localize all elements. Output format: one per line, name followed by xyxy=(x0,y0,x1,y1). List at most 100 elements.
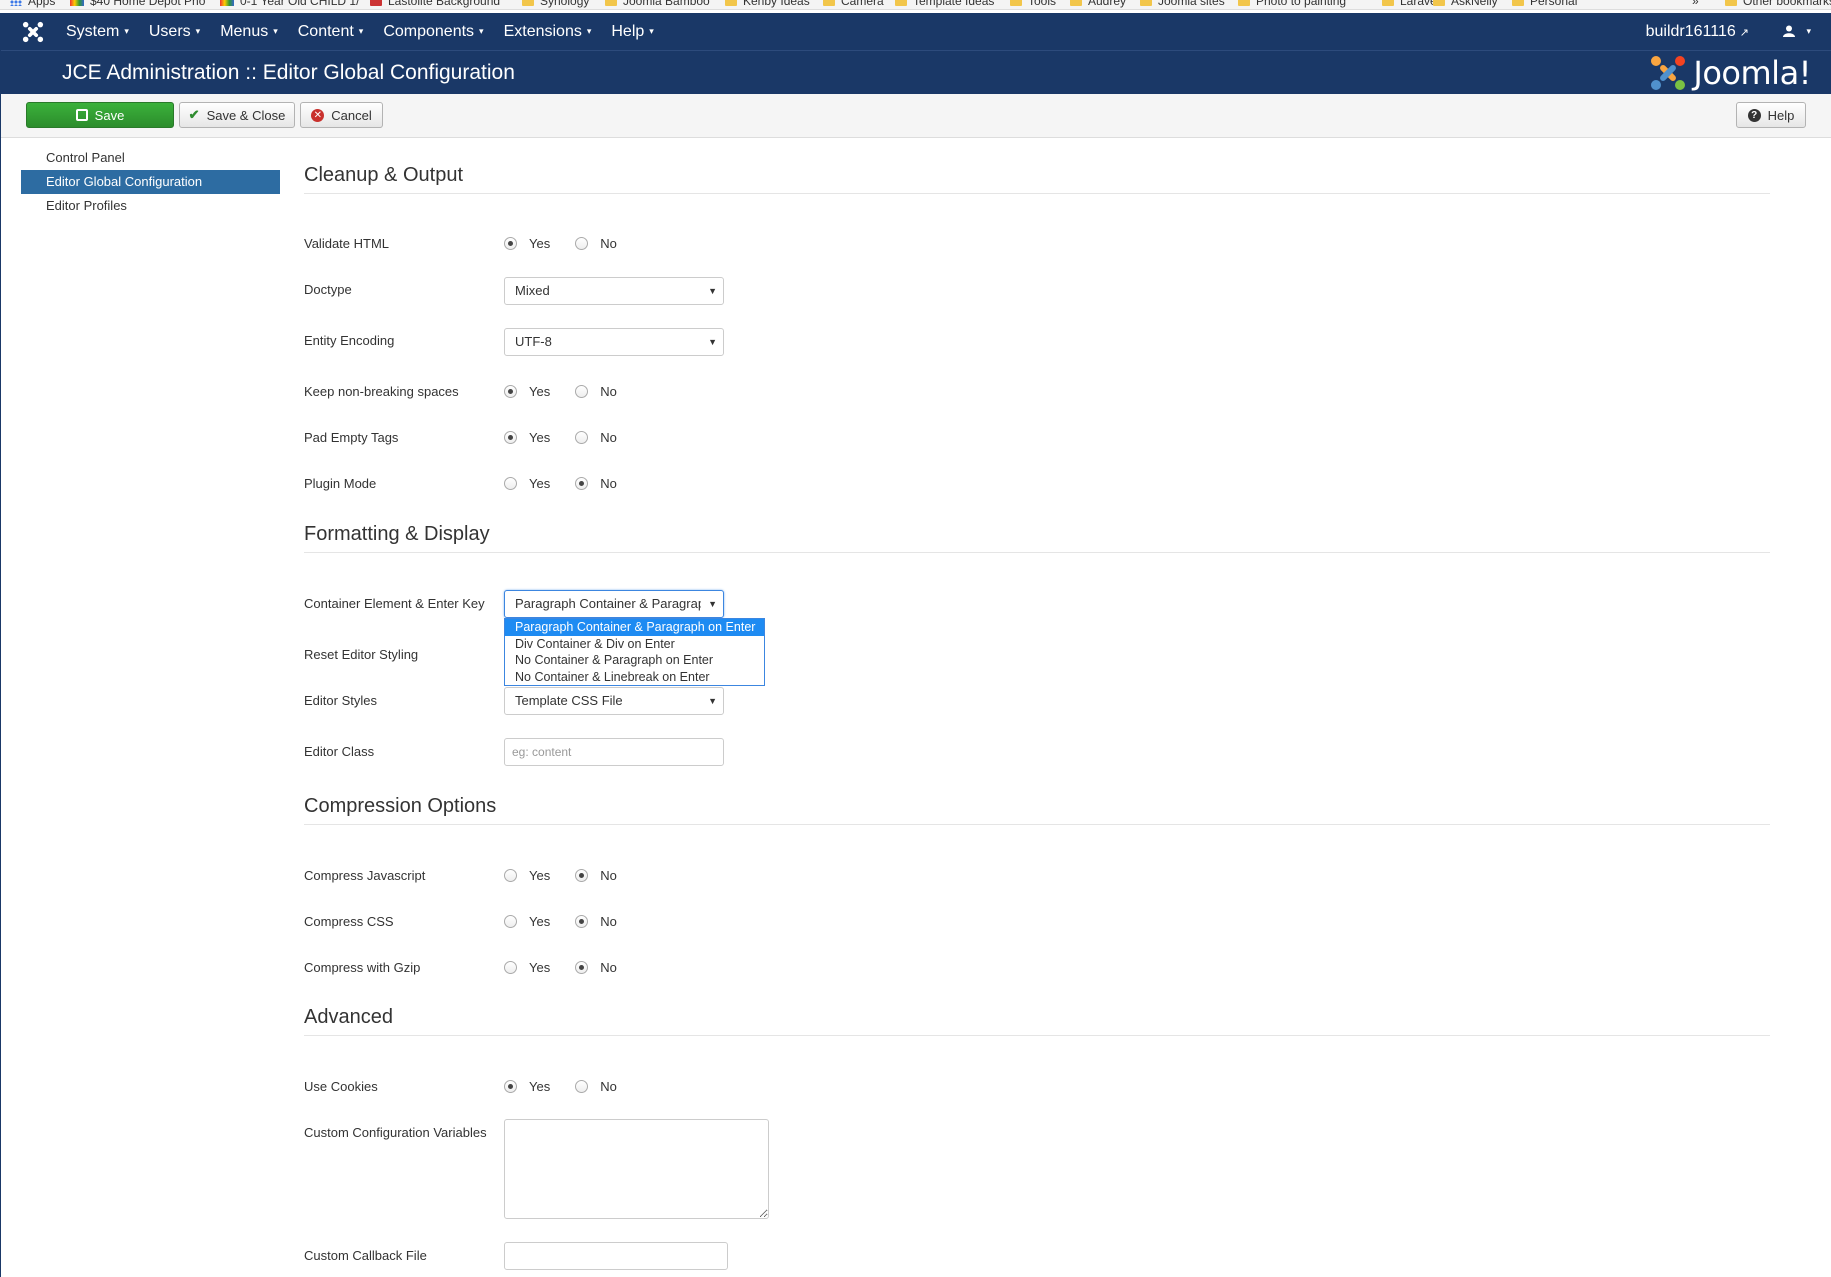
editor-styles-label: Editor Styles xyxy=(304,693,377,708)
compress-gzip-no-radio[interactable] xyxy=(575,961,589,974)
bookmark-folder[interactable]: Synology xyxy=(522,0,589,8)
toolbar: Save ✔ Save & Close ✕ Cancel ? Help xyxy=(0,94,1831,138)
compress-js-yes-radio[interactable] xyxy=(504,869,517,882)
container-element-label: Container Element & Enter Key xyxy=(304,596,485,611)
bookmark-folder[interactable]: Personal xyxy=(1512,0,1577,8)
section-divider xyxy=(304,552,1770,553)
bookmark-folder[interactable]: Joomla Bamboo xyxy=(605,0,710,8)
keep-nbsp-radio: Yes No xyxy=(504,384,642,399)
menu-users[interactable]: Users ▾ xyxy=(149,13,200,50)
bookmark-folder[interactable]: Laravel xyxy=(1382,0,1439,8)
caret-down-icon: ▾ xyxy=(195,26,201,36)
folder-icon xyxy=(1140,0,1152,6)
joomla-wordmark: Joomla! xyxy=(1693,54,1811,92)
keep-nbsp-yes-radio[interactable] xyxy=(504,385,517,398)
compress-css-label: Compress CSS xyxy=(304,914,394,929)
bookmark-folder[interactable]: Other bookmarks xyxy=(1725,0,1831,8)
bookmark-folder[interactable]: Joomla sites xyxy=(1140,0,1225,8)
caret-down-icon: ▾ xyxy=(273,26,278,36)
editor-class-input[interactable] xyxy=(504,738,724,766)
bookmark-folder[interactable]: Template Ideas xyxy=(895,0,994,8)
bookmark-apps[interactable]: Apps xyxy=(10,0,55,8)
external-link-icon: ↗ xyxy=(1739,27,1749,39)
folder-icon xyxy=(1725,0,1737,6)
folder-icon xyxy=(1070,0,1082,6)
custom-callback-file-label: Custom Callback File xyxy=(304,1248,427,1263)
sidebar-item-control-panel[interactable]: Control Panel xyxy=(21,146,280,170)
dropdown-option[interactable]: Paragraph Container & Paragraph on Enter xyxy=(505,619,764,636)
validate-html-no-radio[interactable] xyxy=(575,237,589,250)
dropdown-option[interactable]: Div Container & Div on Enter xyxy=(505,636,764,653)
compress-css-no-radio[interactable] xyxy=(575,915,589,928)
page-header: JCE Administration :: Editor Global Conf… xyxy=(0,50,1831,94)
validate-html-yes-radio[interactable] xyxy=(504,237,517,250)
keep-nbsp-no-radio[interactable] xyxy=(575,385,589,398)
compress-js-no-radio[interactable] xyxy=(575,869,589,882)
plugin-mode-no-radio[interactable] xyxy=(575,477,589,490)
bookmark-item[interactable]: Lastolite Background xyxy=(370,0,500,8)
pad-empty-no-radio[interactable] xyxy=(575,431,589,444)
custom-config-vars-textarea[interactable] xyxy=(504,1119,769,1219)
dropdown-option[interactable]: No Container & Linebreak on Enter xyxy=(505,669,764,686)
custom-callback-file-input[interactable] xyxy=(504,1242,728,1270)
folder-icon xyxy=(725,0,737,6)
dropdown-arrow-icon: ▼ xyxy=(708,696,717,706)
plugin-mode-yes-radio[interactable] xyxy=(504,477,517,490)
compress-js-label: Compress Javascript xyxy=(304,868,426,883)
dropdown-arrow-icon: ▼ xyxy=(708,286,717,296)
pad-empty-yes-radio[interactable] xyxy=(504,431,517,444)
folder-icon xyxy=(1512,0,1524,6)
bookmark-overflow[interactable]: » xyxy=(1692,0,1699,8)
main-menu: System ▾ Users ▾ Menus ▾ Content ▾ Component… xyxy=(66,13,674,50)
save-button[interactable]: Save xyxy=(26,102,174,128)
bookmark-folder[interactable]: Kenby Ideas xyxy=(725,0,810,8)
folder-icon xyxy=(522,0,534,6)
bookmark-folder[interactable]: AskNelly xyxy=(1433,0,1498,8)
section-title-compression: Compression Options xyxy=(304,795,497,817)
use-cookies-no-radio[interactable] xyxy=(575,1080,589,1093)
section-title-formatting: Formatting & Display xyxy=(304,523,490,545)
sidebar-item-global-configuration[interactable]: Editor Global Configuration xyxy=(21,170,280,194)
menu-system[interactable]: System ▾ xyxy=(66,13,129,50)
colored-icon xyxy=(220,0,234,6)
menu-content[interactable]: Content ▾ xyxy=(298,13,364,50)
caret-down-icon: ▾ xyxy=(586,26,592,36)
bookmark-folder[interactable]: Audrey xyxy=(1070,0,1126,8)
site-icon xyxy=(370,0,382,6)
menu-components[interactable]: Components ▾ xyxy=(383,13,483,50)
compress-gzip-yes-radio[interactable] xyxy=(504,961,517,974)
editor-styles-select[interactable]: Template CSS File ▼ xyxy=(504,687,724,715)
use-cookies-yes-radio[interactable] xyxy=(504,1080,517,1093)
site-link[interactable]: buildr161116 ↗ xyxy=(1646,13,1749,52)
doctype-select[interactable]: Mixed ▼ xyxy=(504,277,724,305)
help-button[interactable]: ? Help xyxy=(1736,102,1806,128)
bookmark-folder[interactable]: Camera xyxy=(823,0,884,8)
dropdown-option[interactable]: No Container & Paragraph on Enter xyxy=(505,652,764,669)
menu-menus[interactable]: Menus ▾ xyxy=(220,13,278,50)
entity-encoding-label: Entity Encoding xyxy=(304,333,395,348)
use-cookies-radio: Yes No xyxy=(504,1079,642,1094)
reset-styling-label: Reset Editor Styling xyxy=(304,647,419,662)
bookmark-item[interactable]: 0-1 Year Old CHILD 1/ xyxy=(220,0,359,8)
entity-encoding-select[interactable]: UTF-8 ▼ xyxy=(504,328,724,356)
question-icon: ? xyxy=(1747,108,1761,122)
user-menu[interactable]: ▾ xyxy=(1782,13,1811,50)
save-close-button[interactable]: ✔ Save & Close xyxy=(179,102,295,128)
caret-down-icon: ▾ xyxy=(358,26,364,36)
bookmark-item[interactable]: $40 Home Depot Pho xyxy=(70,0,205,8)
joomla-icon[interactable] xyxy=(22,21,44,43)
folder-icon xyxy=(823,0,835,6)
menu-help[interactable]: Help ▾ xyxy=(611,13,653,50)
sidebar-item-editor-profiles[interactable]: Editor Profiles xyxy=(21,194,280,218)
bookmark-folder[interactable]: Photo to painting xyxy=(1238,0,1346,8)
keep-nbsp-label: Keep non-breaking spaces xyxy=(304,384,459,399)
doctype-label: Doctype xyxy=(304,282,352,297)
bookmark-folder[interactable]: Tools xyxy=(1010,0,1056,8)
container-element-select[interactable]: Paragraph Container & Paragraph on Enter… xyxy=(504,590,724,618)
compress-css-yes-radio[interactable] xyxy=(504,915,517,928)
cancel-button[interactable]: ✕ Cancel xyxy=(300,102,383,128)
section-divider xyxy=(304,1035,1770,1036)
section-title-cleanup: Cleanup & Output xyxy=(304,164,463,186)
plugin-mode-label: Plugin Mode xyxy=(304,476,377,491)
menu-extensions[interactable]: Extensions ▾ xyxy=(504,13,592,50)
